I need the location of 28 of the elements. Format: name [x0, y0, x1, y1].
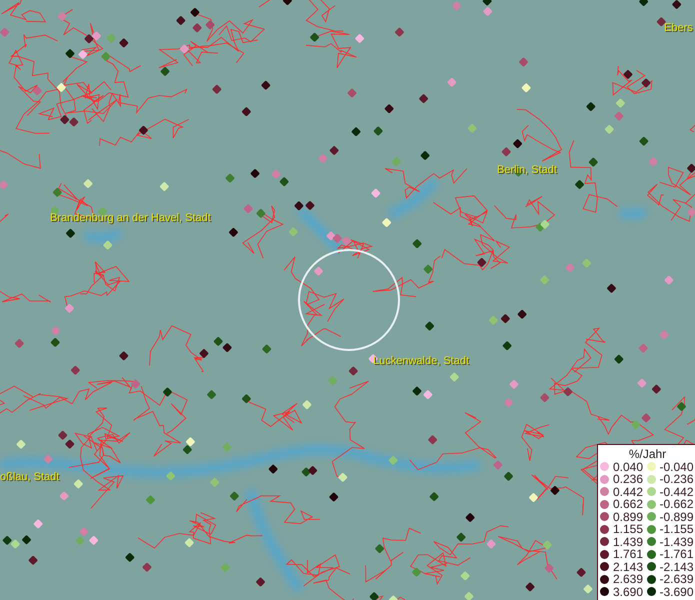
- place-label: Brandenburg an der Havel, Stadt: [50, 212, 211, 224]
- legend-value: -1.439: [660, 536, 694, 548]
- legend-value: -0.040: [660, 460, 694, 473]
- legend-value: 0.236: [613, 473, 644, 486]
- place-label: Ebers: [664, 22, 693, 34]
- legend-value: 0.899: [613, 510, 644, 523]
- legend-value: -0.236: [660, 473, 694, 486]
- legend-value: -0.442: [660, 486, 694, 498]
- legend-title: %/Jahr: [628, 446, 668, 460]
- legend-value: -3.690: [660, 586, 694, 598]
- place-label: oßlau, Stadt: [0, 471, 60, 483]
- legend-value: -0.662: [660, 498, 694, 510]
- legend-value: 0.662: [613, 498, 644, 510]
- legend-value: 1.761: [613, 548, 644, 560]
- legend-value: 0.040: [613, 460, 644, 473]
- legend-value: -1.761: [660, 548, 694, 560]
- legend-value: 2.639: [613, 573, 644, 586]
- legend-value: 2.143: [613, 560, 644, 573]
- legend-value: 1.155: [613, 523, 644, 536]
- legend-value: -0.899: [660, 510, 694, 523]
- legend-value: -2.639: [660, 573, 694, 586]
- legend-value: -1.155: [660, 523, 694, 536]
- legend-value: 3.690: [613, 586, 644, 598]
- map-drawing[interactable]: [0, 0, 695, 600]
- legend-value: 1.439: [613, 536, 644, 548]
- place-label: Luckenwalde, Stadt: [373, 355, 470, 367]
- legend-value: 0.442: [613, 486, 644, 498]
- legend-value: -2.143: [660, 560, 694, 573]
